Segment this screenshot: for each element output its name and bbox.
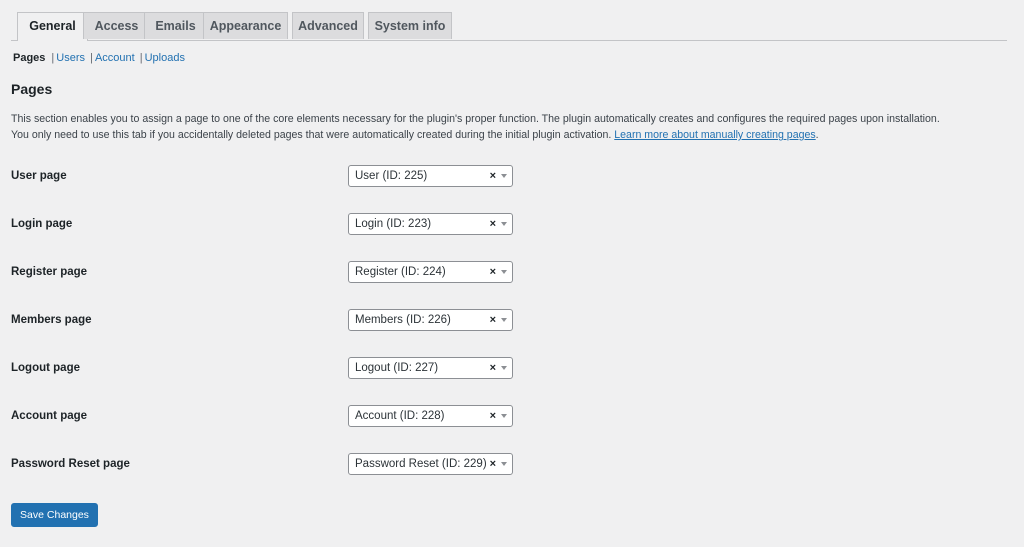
register-page-value: Register (ID: 224) [355,266,446,278]
user-page-label: User page [11,170,67,182]
clear-icon[interactable]: × [488,454,496,474]
subnav-link-users[interactable]: Users [56,52,85,64]
dropdown-arrow-icon[interactable] [501,414,507,418]
account-page-label: Account page [11,410,88,422]
subnav-link-account[interactable]: Account [95,52,135,64]
clear-icon[interactable]: × [488,166,496,186]
clear-icon[interactable]: × [488,358,496,378]
tab-emails[interactable]: Emails [144,12,207,39]
login-page-label: Login page [11,218,73,230]
login-page-select[interactable]: Login (ID: 223) × [348,213,513,235]
members-page-label: Members page [11,314,92,326]
logout-page-select[interactable]: Logout (ID: 227) × [348,357,513,379]
logout-page-label: Logout page [11,362,80,374]
logout-page-value: Logout (ID: 227) [355,362,439,374]
members-page-value: Members (ID: 226) [355,314,451,326]
password-reset-page-label: Password Reset page [11,458,130,470]
subnav-current-pages: Pages [13,52,46,64]
clear-icon[interactable]: × [488,214,496,234]
section-description: This section enables you to assign a pag… [11,111,1011,143]
subnav-separator: | [139,52,143,64]
dropdown-arrow-icon[interactable] [501,462,507,466]
dropdown-arrow-icon[interactable] [501,222,507,226]
clear-icon[interactable]: × [488,310,496,330]
description-line-1: This section enables you to assign a pag… [11,113,940,125]
dropdown-arrow-icon[interactable] [501,366,507,370]
user-page-value: User (ID: 225) [355,170,428,182]
register-page-label: Register page [11,266,88,278]
save-changes-button[interactable]: Save Changes [11,503,98,527]
subnav-separator: | [90,52,93,64]
tab-system-info[interactable]: System info [368,12,452,39]
section-title: Pages [11,81,53,97]
members-page-select[interactable]: Members (ID: 226) × [348,309,513,331]
section-subnav: Pages | Users | Account | Uploads [13,52,185,64]
account-page-select[interactable]: Account (ID: 228) × [348,405,513,427]
tab-appearance[interactable]: Appearance [203,12,288,39]
password-reset-page-select[interactable]: Password Reset (ID: 229) × [348,453,513,475]
user-page-select[interactable]: User (ID: 225) × [348,165,513,187]
subnav-link-uploads[interactable]: Uploads [145,52,185,64]
subnav-separator: | [51,52,55,64]
learn-more-link[interactable]: Learn more about manually creating pages [614,129,815,141]
tab-advanced[interactable]: Advanced [292,12,364,39]
tab-general[interactable]: General [17,12,88,41]
clear-icon[interactable]: × [488,406,496,426]
settings-page: General Access Emails Appearance Advance… [0,0,1024,547]
login-page-value: Login (ID: 223) [355,218,432,230]
description-period: . [815,129,819,141]
dropdown-arrow-icon[interactable] [501,270,507,274]
account-page-value: Account (ID: 228) [355,410,445,422]
tab-access[interactable]: Access [83,12,150,39]
password-reset-page-value: Password Reset (ID: 229) [355,458,487,470]
tab-bar: General Access Emails Appearance Advance… [11,12,1007,41]
dropdown-arrow-icon[interactable] [501,174,507,178]
description-line-2: You only need to use this tab if you acc… [11,129,612,141]
clear-icon[interactable]: × [488,262,496,282]
register-page-select[interactable]: Register (ID: 224) × [348,261,513,283]
dropdown-arrow-icon[interactable] [501,318,507,322]
